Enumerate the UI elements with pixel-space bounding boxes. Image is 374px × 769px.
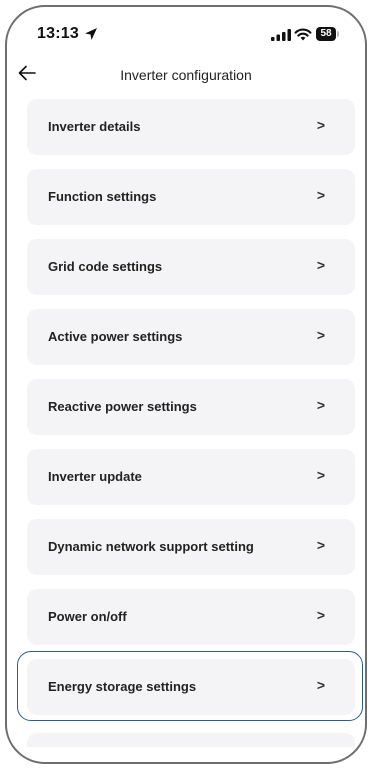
menu-item-active-power-settings[interactable]: Active power settings > bbox=[27, 309, 355, 365]
menu-item-label: Power on/off bbox=[48, 609, 127, 624]
chevron-right-icon: > bbox=[316, 607, 325, 623]
chevron-right-icon: > bbox=[316, 537, 325, 553]
menu-item-label: Inverter update bbox=[48, 469, 142, 484]
chevron-right-icon: > bbox=[316, 467, 325, 483]
menu-item-label: Active power settings bbox=[48, 329, 183, 344]
location-arrow-icon bbox=[85, 28, 97, 40]
chevron-right-icon: > bbox=[316, 327, 325, 343]
menu-item-reactive-power-settings[interactable]: Reactive power settings > bbox=[27, 379, 355, 435]
menu-item-label: Dynamic network support setting bbox=[48, 539, 254, 554]
chevron-right-icon: > bbox=[316, 257, 325, 273]
menu-item-label: Function settings bbox=[48, 189, 157, 204]
chevron-right-icon: > bbox=[316, 117, 325, 133]
chevron-right-icon: > bbox=[316, 677, 325, 693]
page-title: Inverter configuration bbox=[120, 67, 252, 83]
chevron-right-icon: > bbox=[316, 187, 325, 203]
menu-item-energy-storage-settings[interactable]: Energy storage settings > bbox=[27, 659, 355, 715]
phone-frame: 13:13 58 Inverter configuration Inverter… bbox=[5, 5, 367, 764]
header: Inverter configuration bbox=[7, 57, 365, 93]
menu-item-label: Energy storage settings bbox=[48, 679, 197, 694]
menu-item-grid-code-settings[interactable]: Grid code settings > bbox=[27, 239, 355, 295]
signal-icon bbox=[271, 29, 291, 41]
status-time: 13:13 bbox=[37, 25, 79, 42]
menu-item-function-settings[interactable]: Function settings > bbox=[27, 169, 355, 225]
status-bar: 13:13 58 bbox=[7, 7, 365, 57]
menu-item-inverter-update[interactable]: Inverter update > bbox=[27, 449, 355, 505]
wifi-icon bbox=[294, 28, 312, 41]
battery-icon: 58 bbox=[316, 27, 340, 41]
menu-item-label: Grid code settings bbox=[48, 259, 163, 274]
battery-cap bbox=[337, 31, 339, 37]
menu-item-inverter-details[interactable]: Inverter details > bbox=[27, 99, 355, 155]
menu-item-label: Inverter details bbox=[48, 119, 141, 134]
menu-item-partial[interactable] bbox=[27, 733, 355, 747]
menu-item-dynamic-network-support-setting[interactable]: Dynamic network support setting > bbox=[27, 519, 355, 575]
battery-level: 58 bbox=[316, 27, 336, 41]
menu-item-label: Reactive power settings bbox=[48, 399, 197, 414]
menu-item-power-on-off[interactable]: Power on/off > bbox=[27, 589, 355, 645]
chevron-right-icon: > bbox=[316, 397, 325, 413]
